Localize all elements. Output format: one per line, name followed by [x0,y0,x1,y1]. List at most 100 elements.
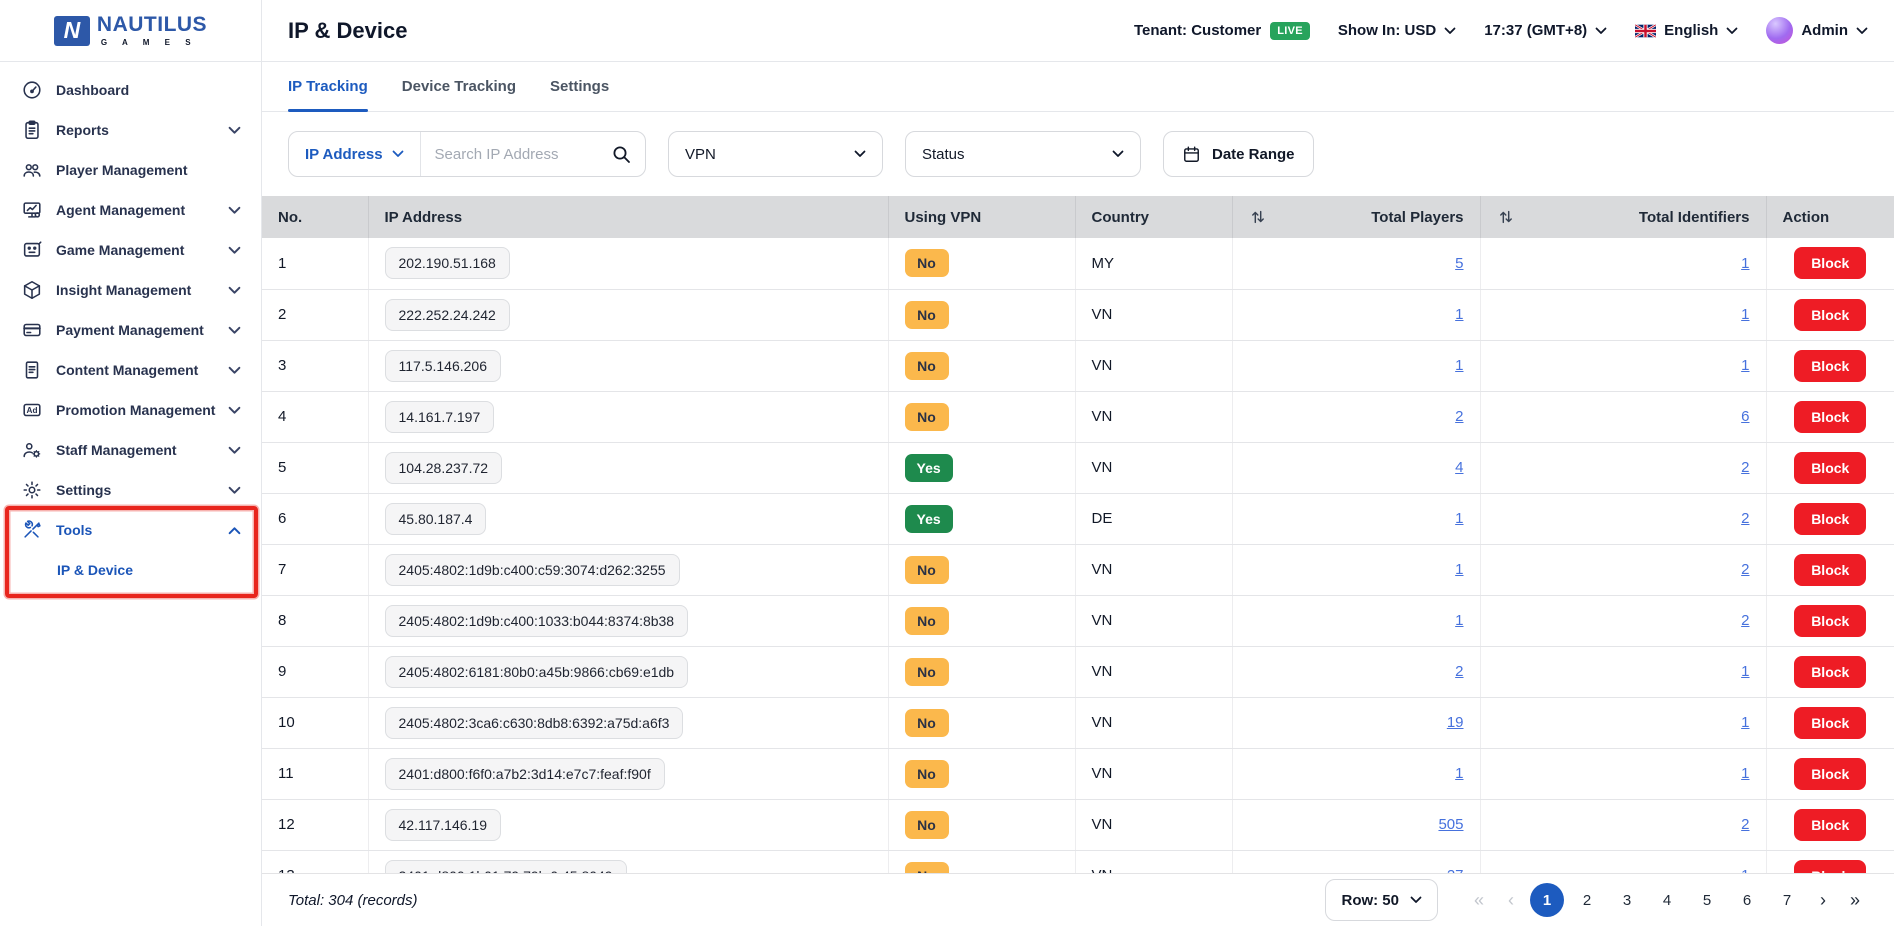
sidebar-item-tools[interactable]: Tools [0,510,261,550]
last-page-button[interactable]: » [1842,883,1868,917]
reports-icon [20,119,43,142]
total-players-link[interactable]: 505 [1438,816,1463,833]
block-button[interactable]: Block [1794,554,1866,586]
total-players-link[interactable]: 19 [1447,714,1464,731]
block-button[interactable]: Block [1794,809,1866,841]
total-identifiers-link[interactable]: 1 [1741,306,1749,323]
total-identifiers-link[interactable]: 2 [1741,459,1749,476]
total-players-link[interactable]: 1 [1455,306,1463,323]
page-button-6[interactable]: 6 [1730,883,1764,917]
total-players-link[interactable]: 5 [1455,255,1463,272]
total-identifiers-link[interactable]: 2 [1741,816,1749,833]
sidebar-item-settings[interactable]: Settings [0,470,261,510]
total-identifiers-link[interactable]: 1 [1741,357,1749,374]
col-header-using-vpn: Using VPN [888,196,1075,238]
total-players-link[interactable]: 1 [1455,510,1463,527]
block-button[interactable]: Block [1794,247,1866,279]
table-row: 112401:d800:f6f0:a7b2:3d14:e7c7:feaf:f90… [262,748,1894,799]
previous-page-button[interactable]: ‹ [1498,883,1524,917]
block-button[interactable]: Block [1794,758,1866,790]
sidebar-item-staff-management[interactable]: Staff Management [0,430,261,470]
tab-settings[interactable]: Settings [550,62,609,111]
live-badge: LIVE [1270,22,1310,40]
staff-icon [20,439,43,462]
total-players-link[interactable]: 1 [1455,357,1463,374]
sidebar-item-label: Reports [56,122,215,138]
block-button[interactable]: Block [1794,503,1866,535]
language-dropdown[interactable]: English [1635,22,1738,39]
total-identifiers-link[interactable]: 1 [1741,255,1749,272]
pagination: «‹1234567›» [1466,883,1868,917]
sidebar-item-insight-management[interactable]: Insight Management [0,270,261,310]
rows-per-page-select[interactable]: Row: 50 [1325,879,1438,921]
search-type-dropdown[interactable]: IP Address [289,132,421,176]
status-filter-select[interactable]: Status [905,131,1141,177]
total-players-link[interactable]: 4 [1455,459,1463,476]
timezone-dropdown[interactable]: 17:37 (GMT+8) [1484,22,1607,39]
user-menu[interactable]: Admin [1766,17,1868,44]
first-page-button[interactable]: « [1466,883,1492,917]
page-button-1[interactable]: 1 [1530,883,1564,917]
sidebar-item-content-management[interactable]: Content Management [0,350,261,390]
total-players-link[interactable]: 2 [1455,408,1463,425]
table-row: 3117.5.146.206NoVN11Block [262,340,1894,391]
sidebar-item-player-management[interactable]: Player Management [0,150,261,190]
sidebar-item-promotion-management[interactable]: AdPromotion Management [0,390,261,430]
date-range-button[interactable]: Date Range [1163,131,1314,177]
sidebar-item-reports[interactable]: Reports [0,110,261,150]
sidebar-item-dashboard[interactable]: Dashboard [0,70,261,110]
tab-ip-tracking[interactable]: IP Tracking [288,62,368,111]
vpn-filter-select[interactable]: VPN [668,131,883,177]
total-identifiers-link[interactable]: 6 [1741,408,1749,425]
cell-action: Block [1766,697,1894,748]
block-button[interactable]: Block [1794,452,1866,484]
page-button-2[interactable]: 2 [1570,883,1604,917]
sidebar-item-game-management[interactable]: Game Management [0,230,261,270]
total-identifiers-link[interactable]: 2 [1741,510,1749,527]
total-players-link[interactable]: 1 [1455,561,1463,578]
total-identifiers-link[interactable]: 2 [1741,561,1749,578]
payment-icon [20,319,43,342]
cell-total-players: 1 [1232,544,1480,595]
block-button[interactable]: Block [1794,299,1866,331]
next-page-button[interactable]: › [1810,883,1836,917]
total-players-link[interactable]: 1 [1455,765,1463,782]
cell-country: VN [1075,850,1232,873]
total-identifiers-link[interactable]: 1 [1741,714,1749,731]
sidebar-subitem-ip-device[interactable]: IP & Device [0,550,261,590]
cell-no: 1 [262,238,368,289]
chevron-down-icon [392,150,404,158]
total-players-link[interactable]: 2 [1455,663,1463,680]
vpn-badge: Yes [905,505,953,533]
page-button-4[interactable]: 4 [1650,883,1684,917]
search-icon[interactable] [597,144,645,164]
block-button[interactable]: Block [1794,350,1866,382]
page-button-3[interactable]: 3 [1610,883,1644,917]
sidebar-item-label: Content Management [56,362,215,378]
sort-icon[interactable] [1249,208,1267,226]
block-button[interactable]: Block [1794,860,1866,874]
tab-device-tracking[interactable]: Device Tracking [402,62,516,111]
sidebar-item-agent-management[interactable]: Agent Management [0,190,261,230]
search-input[interactable] [421,146,597,163]
total-identifiers-link[interactable]: 2 [1741,612,1749,629]
total-identifiers-link[interactable]: 1 [1741,765,1749,782]
chevron-down-icon [228,486,241,495]
cell-ip: 2401:d800:1b01:79:79b:0:45:8049 [368,850,888,873]
block-button[interactable]: Block [1794,656,1866,688]
total-players-link[interactable]: 1 [1455,612,1463,629]
sidebar-item-payment-management[interactable]: Payment Management [0,310,261,350]
table-row: 102405:4802:3ca6:c630:8db8:6392:a75d:a6f… [262,697,1894,748]
table-body: 1202.190.51.168NoMY51Block2222.252.24.24… [262,238,1894,873]
block-button[interactable]: Block [1794,401,1866,433]
cell-action: Block [1766,646,1894,697]
sort-icon[interactable] [1497,208,1515,226]
insight-icon [20,279,43,302]
page-button-7[interactable]: 7 [1770,883,1804,917]
block-button[interactable]: Block [1794,605,1866,637]
total-identifiers-link[interactable]: 1 [1741,663,1749,680]
page-button-5[interactable]: 5 [1690,883,1724,917]
block-button[interactable]: Block [1794,707,1866,739]
currency-dropdown[interactable]: Show In: USD [1338,22,1456,39]
language-label: English [1664,22,1718,39]
